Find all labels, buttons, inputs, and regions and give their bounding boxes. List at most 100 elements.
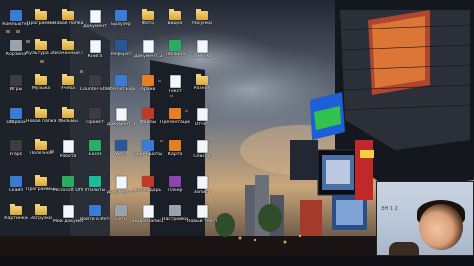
desktop-icon[interactable]: Настройки xyxy=(162,205,188,227)
desktop-icon[interactable]: Проект xyxy=(82,108,108,130)
desktop-icon-label: Разное xyxy=(193,86,211,91)
desktop-icon[interactable]: Документ 2 xyxy=(134,40,162,62)
green-icon xyxy=(169,40,181,51)
desktop-icon[interactable]: Сеть xyxy=(108,205,134,227)
desktop-icon-label: Записи xyxy=(193,190,211,195)
folder-icon xyxy=(35,9,47,20)
dark-icon xyxy=(10,140,22,151)
folder-icon xyxy=(62,39,74,50)
doc-icon xyxy=(169,75,181,88)
desktop-icon-label: Файлы xyxy=(139,120,157,125)
desktop-icon[interactable]: Учеба xyxy=(55,74,81,97)
green-icon xyxy=(62,176,74,187)
desktop-icon[interactable]: Разное xyxy=(189,74,215,97)
desktop-icon-label: Календарь xyxy=(134,188,162,193)
folder-icon xyxy=(10,204,22,215)
desktop-icon[interactable]: Фильмы xyxy=(55,107,81,130)
desktop-icon[interactable]: Новая папка (2) xyxy=(26,107,56,130)
desktop-icon[interactable]: Internet Explorer xyxy=(106,75,136,97)
orange-icon xyxy=(169,140,181,151)
desktop-icon-label: Документ 3 xyxy=(106,122,136,127)
desktop-icon-label: Карта xyxy=(167,152,183,157)
desktop-icon[interactable]: Книга xyxy=(82,40,108,62)
desktop-icon-label: Документ 4 xyxy=(106,190,136,195)
desktop-icon[interactable]: Реферат xyxy=(108,40,134,62)
desktop-icon[interactable]: Текст xyxy=(162,75,188,97)
desktop-icon[interactable]: Плеер xyxy=(162,176,188,198)
desktop-icon[interactable]: Отчет xyxy=(189,108,215,130)
desktop-icon[interactable]: Новая папка xyxy=(53,9,83,32)
desktop-icon[interactable]: Рисунки xyxy=(189,9,215,32)
desktop-icon[interactable]: Записи xyxy=(189,176,215,198)
desktop-icon-label: Программы xyxy=(27,21,55,26)
webcam-wall-text: ЭН 1 2 xyxy=(381,206,398,212)
desktop-icon[interactable]: Культура 2015 xyxy=(26,39,56,62)
desktop-icon-label: Культура 2015 xyxy=(26,51,56,56)
desktop-icon[interactable]: Список xyxy=(189,140,215,162)
desktop-icon[interactable]: Видео xyxy=(162,9,188,32)
desktop-icon[interactable]: Документ 4 xyxy=(106,176,136,198)
dark-icon xyxy=(10,75,22,86)
desktop-icon-label: Список xyxy=(193,154,211,159)
taskbar[interactable] xyxy=(0,256,474,266)
desktop-icon[interactable]: Word xyxy=(108,140,134,162)
folder-icon xyxy=(35,139,47,150)
doc-icon xyxy=(196,176,208,189)
desktop-icon[interactable]: Календарь xyxy=(135,176,161,198)
desktop-icon-label: Настройки xyxy=(162,217,188,222)
desktop-icon[interactable]: Excel xyxy=(82,140,108,162)
desktop-icon[interactable]: Новый текст xyxy=(187,205,217,227)
desktop-icon[interactable]: Скачанные файлы xyxy=(53,39,83,62)
desktop-icon[interactable]: Программы xyxy=(27,9,55,32)
desktop-icon[interactable]: Архив xyxy=(135,75,161,97)
doc-icon xyxy=(62,140,74,153)
desktop-icon[interactable]: Мои документы xyxy=(53,205,83,227)
desktop-icon-label: Браузер xyxy=(111,22,131,27)
desktop-icon[interactable]: Microsoft Office xyxy=(53,176,83,198)
desktop-icon-label: Полезное xyxy=(29,151,53,156)
grey-icon xyxy=(10,40,22,51)
desktop-icon[interactable]: Заметки xyxy=(189,40,215,62)
desktop-icon[interactable]: Музыка xyxy=(28,74,54,97)
desktop-icon[interactable]: Документ 3 xyxy=(106,108,136,130)
desktop-icon[interactable]: Видеозаписи xyxy=(133,205,163,227)
desktop-icon[interactable]: Карта xyxy=(162,140,188,162)
desktop-icon[interactable]: Утилиты xyxy=(82,176,108,198)
desktop-icon-label: Фильмы xyxy=(58,119,78,124)
desktop-icon-label: Рисунки xyxy=(192,21,212,26)
desktop-icon-label: Скачанные файлы xyxy=(53,51,83,56)
desktop-icon[interactable]: Работа xyxy=(55,140,81,162)
doc-icon xyxy=(89,10,101,23)
desktop-icon[interactable]: Войти в Интернет xyxy=(80,205,110,227)
folder-icon xyxy=(35,204,47,215)
orange-icon xyxy=(142,75,154,86)
desktop-icon[interactable]: Таблица xyxy=(162,40,188,62)
desktop-icon-label: Internet Explorer xyxy=(106,87,136,92)
desktop-icon-label: Microsoft Office xyxy=(53,188,83,193)
app-icon xyxy=(142,140,154,151)
desktop-icon-label: Архив xyxy=(140,87,156,92)
desktop-icon[interactable]: Фото xyxy=(135,9,161,32)
webcam-overlay: ЭН 1 2 xyxy=(376,181,474,256)
desktop-icon[interactable]: Презентация xyxy=(160,108,190,130)
webcam-person-face xyxy=(419,204,463,250)
desktop-icon[interactable]: Программы 2 xyxy=(26,175,56,198)
word-icon xyxy=(115,40,127,51)
desktop-icon-label: Новая папка (2) xyxy=(26,119,56,124)
orange-icon xyxy=(169,108,181,119)
desktop-icon[interactable]: Браузер xyxy=(108,10,134,32)
desktop-icon[interactable]: Скриншоты xyxy=(134,140,162,162)
folder-icon xyxy=(62,9,74,20)
desktop-icon-label: Видеозаписи xyxy=(133,219,163,224)
desktop-icon-label: Плеер xyxy=(167,188,183,193)
desktop-icon[interactable]: Загрузки xyxy=(28,204,54,227)
dark-icon xyxy=(89,75,101,86)
desktop-icon[interactable]: Файлы xyxy=(135,108,161,130)
doc-icon xyxy=(196,140,208,153)
app-icon xyxy=(10,10,22,21)
desktop-icon[interactable]: Документ xyxy=(82,10,108,32)
desktop-icon-label: Реферат xyxy=(110,52,132,57)
desktop-icon[interactable]: Полезное xyxy=(28,139,54,162)
desktop-icon[interactable]: Counter-Strike xyxy=(80,75,110,97)
dark-icon xyxy=(89,108,101,119)
